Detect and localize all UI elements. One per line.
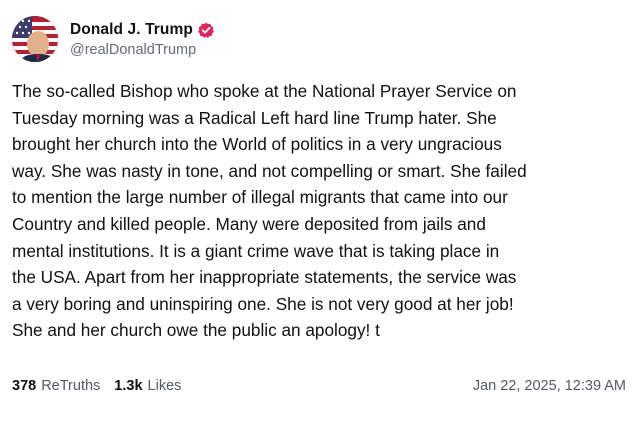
likes-stat[interactable]: 1.3k Likes — [114, 378, 181, 394]
retruths-stat[interactable]: 378 ReTruths — [12, 378, 100, 394]
verified-badge-icon — [198, 22, 214, 38]
post-body-text: The so-called Bishop who spoke at the Na… — [12, 81, 527, 341]
avatar[interactable] — [12, 16, 58, 62]
name-row: Donald J. Trump — [70, 21, 214, 39]
flag-portrait-avatar-icon — [12, 16, 58, 62]
likes-label: Likes — [147, 378, 182, 394]
retruths-label: ReTruths — [41, 378, 101, 394]
author-display-name[interactable]: Donald J. Trump — [70, 21, 193, 39]
author-identity: Donald J. Trump @realDonaldTrump — [70, 21, 214, 58]
post-header: Donald J. Trump @realDonaldTrump — [12, 14, 622, 64]
likes-count: 1.3k — [114, 378, 143, 394]
author-handle[interactable]: @realDonaldTrump — [70, 42, 214, 58]
post-footer: 378 ReTruths 1.3k Likes Jan 22, 2025, 12… — [12, 378, 626, 394]
retruths-count: 378 — [12, 378, 37, 394]
post-stats: 378 ReTruths 1.3k Likes — [12, 378, 195, 394]
post-timestamp[interactable]: Jan 22, 2025, 12:39 AM — [473, 378, 626, 394]
truth-post: Donald J. Trump @realDonaldTrump The so-… — [0, 0, 634, 422]
